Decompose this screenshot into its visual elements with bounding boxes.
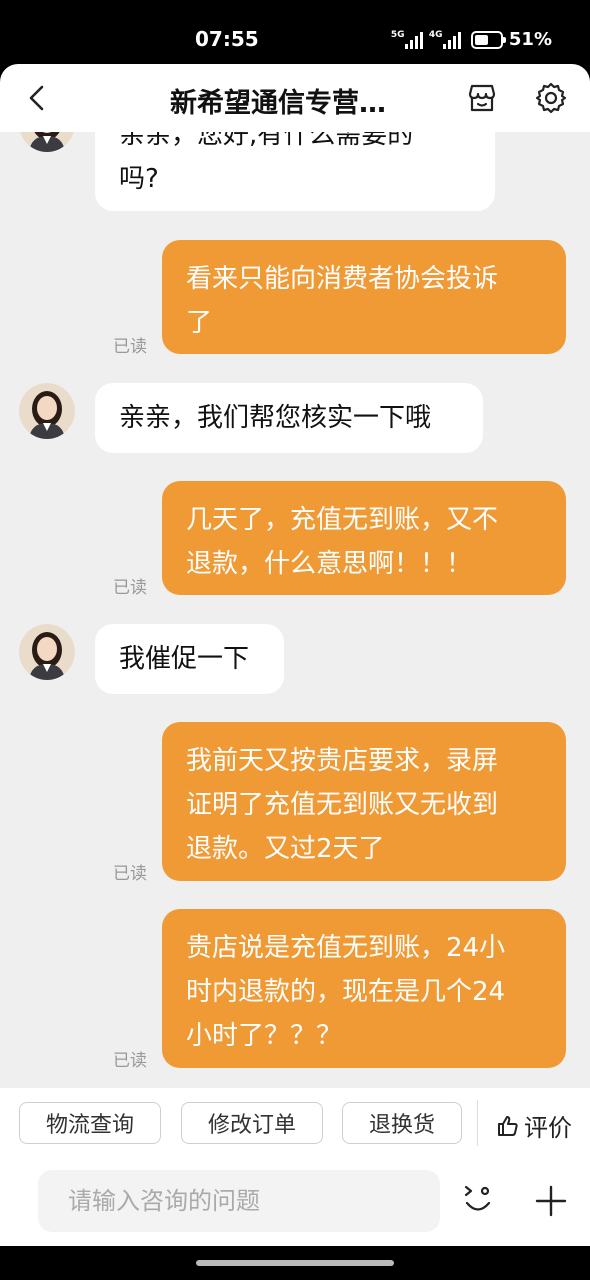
rate-label: 评价 (524, 1114, 572, 1142)
gear-icon[interactable] (535, 82, 567, 114)
outgoing-message[interactable]: 几天了，充值无到账，又不 退款，什么意思啊！！！ (162, 481, 566, 595)
agent-avatar[interactable] (19, 383, 75, 439)
incoming-message[interactable]: 我催促一下 (95, 624, 284, 694)
modify-order-button[interactable]: 修改订单 (181, 1102, 323, 1144)
thumbs-up-icon (498, 1115, 518, 1136)
read-status: 已读 (113, 864, 147, 884)
status-icons: 5G 4G 51% (391, 29, 552, 50)
divider (477, 1100, 478, 1146)
quick-actions-bar: 物流查询 修改订单 退换货 评价 (0, 1088, 590, 1160)
logistics-query-button[interactable]: 物流查询 (19, 1102, 161, 1144)
system-nav-bar (0, 1246, 590, 1280)
battery-icon (470, 30, 506, 49)
input-bar (0, 1160, 590, 1246)
agent-avatar[interactable] (19, 132, 75, 152)
chat-header: 新希望通信专营… (0, 64, 590, 132)
outgoing-message[interactable]: 我前天又按贵店要求，录屏 证明了充值无到账又无收到 退款。又过2天了 (162, 722, 566, 881)
chat-area[interactable]: 亲亲，您好,有什么需要的 吗? 已读 看来只能向消费者协会投诉 了 亲亲，我们帮… (0, 132, 590, 1088)
home-gesture-bar[interactable] (196, 1260, 394, 1266)
agent-avatar[interactable] (19, 624, 75, 680)
signal-4g-icon: 4G (429, 30, 461, 49)
incoming-message[interactable]: 亲亲，您好,有什么需要的 吗? (95, 132, 495, 211)
read-status: 已读 (113, 337, 147, 357)
plus-icon[interactable] (534, 1184, 568, 1218)
back-icon[interactable] (24, 84, 52, 112)
outgoing-message[interactable]: 贵店说是充值无到账，24小 时内退款的，现在是几个24 小时了？？？ (162, 909, 566, 1068)
rate-button[interactable]: 评价 (496, 1108, 572, 1143)
status-time: 07:55 (195, 27, 259, 51)
shop-title: 新希望通信专营… (170, 88, 386, 119)
status-bar: 07:55 5G 4G 51% (0, 0, 590, 64)
signal-5g-icon: 5G (391, 30, 423, 49)
question-input[interactable] (38, 1170, 440, 1232)
store-icon[interactable] (466, 82, 498, 114)
read-status: 已读 (113, 1051, 147, 1071)
outgoing-message[interactable]: 看来只能向消费者协会投诉 了 (162, 240, 566, 354)
battery-percent: 51% (508, 29, 552, 50)
return-exchange-button[interactable]: 退换货 (342, 1102, 462, 1144)
emoji-icon[interactable] (460, 1182, 496, 1218)
incoming-message[interactable]: 亲亲，我们帮您核实一下哦 (95, 383, 483, 453)
read-status: 已读 (113, 578, 147, 598)
